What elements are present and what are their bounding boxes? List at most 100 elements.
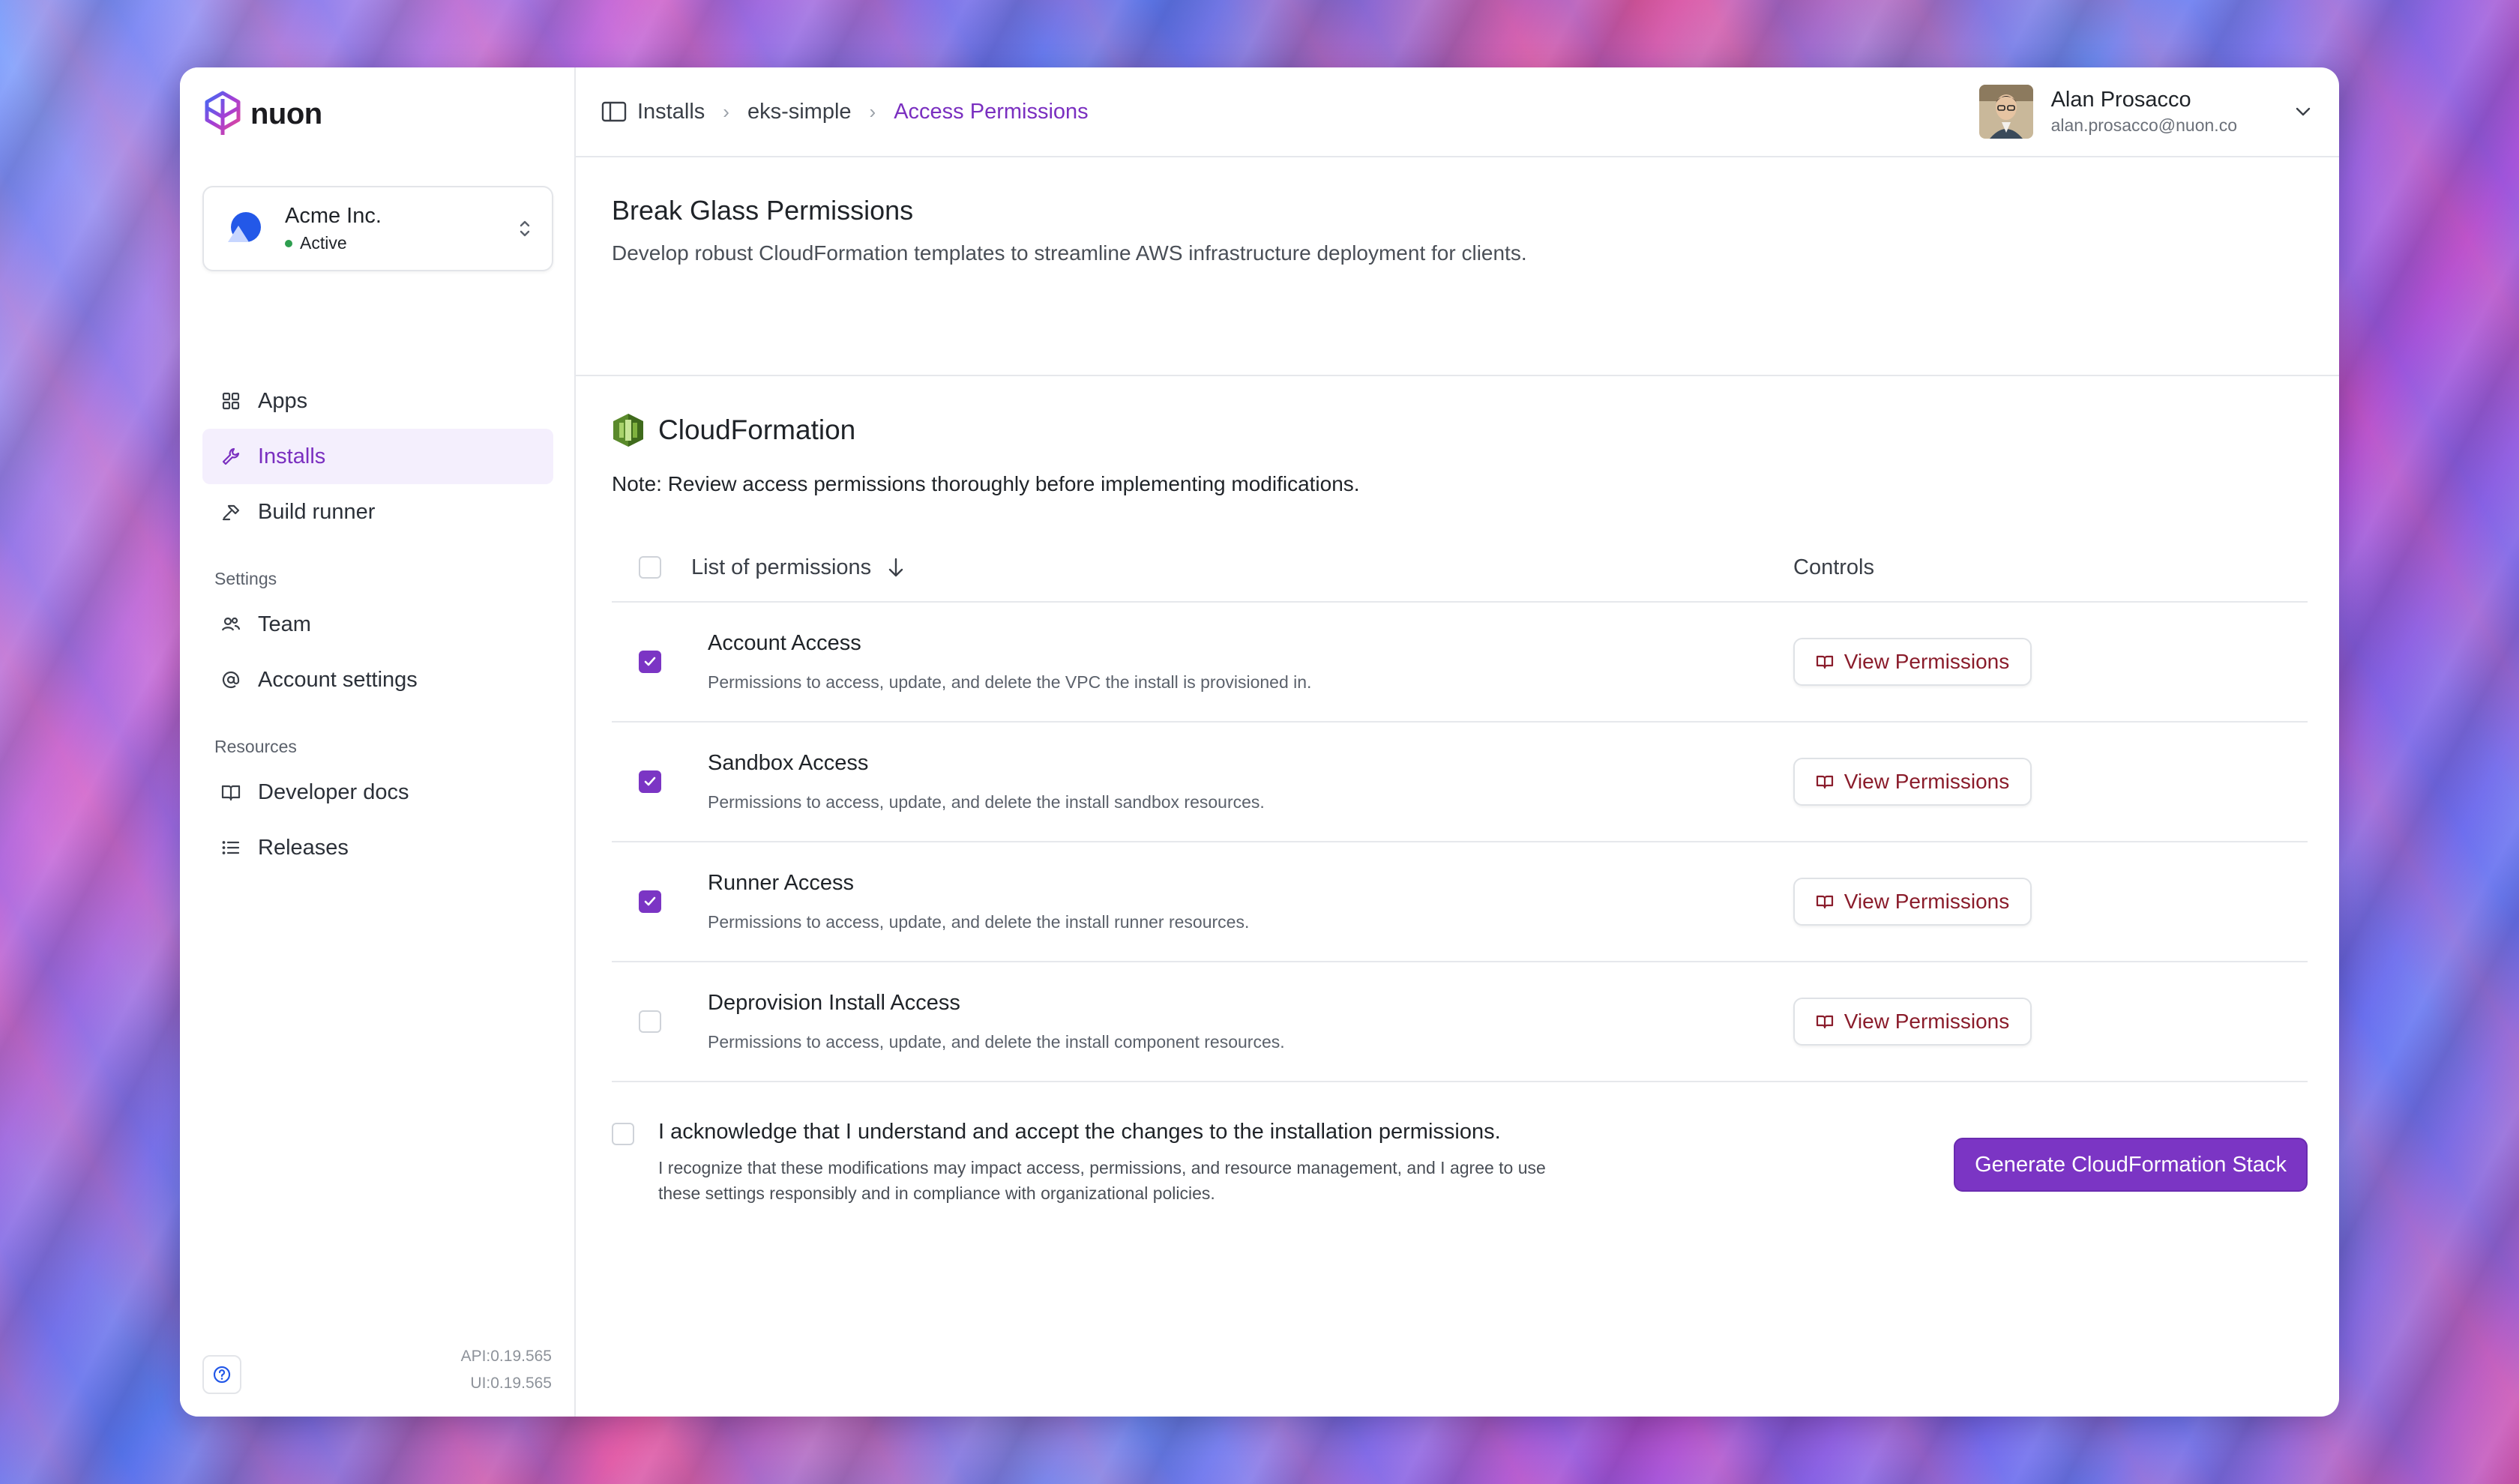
- row-title: Deprovision Install Access: [708, 991, 960, 1015]
- book-open-icon: [1816, 655, 1833, 669]
- help-button[interactable]: [202, 1355, 241, 1394]
- chevron-right-icon: ›: [723, 100, 729, 123]
- chevron-up-down-icon: [517, 217, 532, 240]
- sidebar-item-label: Developer docs: [258, 779, 409, 804]
- book-open-icon: [1816, 895, 1833, 909]
- org-name: Acme Inc.: [285, 204, 382, 228]
- table-row: Account Access Permissions to access, up…: [612, 603, 2308, 723]
- org-status-label: Active: [300, 233, 347, 253]
- column-header-list[interactable]: List of permissions: [691, 555, 906, 580]
- cloudformation-title: CloudFormation: [658, 414, 856, 445]
- sidebar-item-apps[interactable]: Apps: [202, 373, 553, 429]
- cloudformation-heading: CloudFormation: [612, 412, 2303, 448]
- permissions-section: CloudFormation Note: Review access permi…: [576, 376, 2339, 1206]
- row-checkbox[interactable]: [639, 651, 661, 673]
- sidebar-item-label: Team: [258, 612, 311, 636]
- permissions-note: Note: Review access permissions thorough…: [612, 472, 1360, 495]
- view-permissions-label: View Permissions: [1844, 890, 2010, 913]
- column-header-list-label: List of permissions: [691, 555, 872, 579]
- org-status: Active: [285, 233, 382, 253]
- generate-cloudformation-stack-button[interactable]: Generate CloudFormation Stack: [1954, 1138, 2308, 1192]
- table-header: List of permissions Controls: [612, 534, 2308, 603]
- row-description: Permissions to access, update, and delet…: [708, 792, 1265, 812]
- settings-heading: Settings: [214, 569, 277, 588]
- user-email: alan.prosacco@nuon.co: [2050, 115, 2237, 135]
- table-row: Deprovision Install Access Permissions t…: [612, 962, 2308, 1082]
- sidebar-item-releases[interactable]: Releases: [202, 820, 553, 875]
- permissions-table: List of permissions Controls Account Acc…: [612, 534, 2308, 1082]
- view-permissions-button[interactable]: View Permissions: [1793, 878, 2032, 926]
- org-logo-icon: [228, 212, 261, 242]
- acknowledge-checkbox[interactable]: [612, 1123, 634, 1145]
- nuon-logo-icon: [205, 91, 241, 135]
- breadcrumb: Installs › eks-simple › Access Permissio…: [637, 100, 1089, 124]
- breadcrumb-installs[interactable]: Installs: [637, 100, 705, 124]
- help-circle-icon: [213, 1366, 231, 1384]
- sidebar-item-installs[interactable]: Installs: [202, 429, 553, 484]
- topbar: Installs › eks-simple › Access Permissio…: [576, 67, 2339, 157]
- brand[interactable]: nuon: [202, 90, 322, 138]
- row-checkbox[interactable]: [639, 890, 661, 913]
- chevron-down-icon: [2296, 107, 2311, 116]
- row-title: Account Access: [708, 631, 861, 655]
- view-permissions-button[interactable]: View Permissions: [1793, 638, 2032, 686]
- users-icon: [221, 617, 241, 631]
- view-permissions-label: View Permissions: [1844, 1010, 2010, 1033]
- row-title: Runner Access: [708, 871, 855, 895]
- brand-name: nuon: [250, 97, 322, 130]
- grid-icon: [222, 392, 240, 410]
- view-permissions-button[interactable]: View Permissions: [1793, 758, 2032, 806]
- table-row: Sandbox Access Permissions to access, up…: [612, 723, 2308, 842]
- view-permissions-button[interactable]: View Permissions: [1793, 998, 2032, 1046]
- at-sign-icon: [222, 671, 240, 689]
- acknowledge-description: I recognize that these modifications may…: [658, 1158, 1546, 1203]
- hammer-icon: [222, 504, 240, 521]
- list-icon: [222, 841, 240, 854]
- row-description: Permissions to access, update, and delet…: [708, 1032, 1285, 1052]
- check-icon: [644, 776, 656, 786]
- book-open-icon: [221, 785, 241, 801]
- row-checkbox[interactable]: [639, 770, 661, 793]
- select-all-checkbox[interactable]: [639, 556, 661, 579]
- view-permissions-label: View Permissions: [1844, 650, 2010, 673]
- sidebar-item-label: Apps: [258, 388, 308, 413]
- sidebar-item-developer-docs[interactable]: Developer docs: [202, 764, 553, 820]
- user-name: Alan Prosacco: [2050, 88, 2191, 112]
- page-description: Develop robust CloudFormation templates …: [612, 241, 1527, 265]
- row-description: Permissions to access, update, and delet…: [708, 912, 1250, 932]
- status-dot-icon: [285, 239, 292, 247]
- sidebar-item-label: Build runner: [258, 499, 376, 524]
- page-header: Break Glass Permissions Develop robust C…: [576, 157, 2339, 376]
- row-title: Sandbox Access: [708, 751, 869, 775]
- row-checkbox[interactable]: [639, 1010, 661, 1033]
- app-window: nuon Acme Inc. Active Apps Installs Buil…: [180, 67, 2339, 1417]
- view-permissions-label: View Permissions: [1844, 770, 2010, 793]
- sidebar-toggle-icon[interactable]: [601, 100, 627, 123]
- breadcrumb-current: Access Permissions: [894, 99, 1089, 124]
- ui-version: UI:0.19.565: [470, 1375, 552, 1392]
- acknowledge-title: I acknowledge that I understand and acce…: [658, 1120, 1501, 1144]
- check-icon: [644, 896, 656, 906]
- chevron-right-icon: ›: [869, 100, 876, 123]
- page-title: Break Glass Permissions: [612, 195, 914, 226]
- main-content: Installs › eks-simple › Access Permissio…: [576, 67, 2339, 1417]
- sidebar-item-account-settings[interactable]: Account settings: [202, 652, 553, 708]
- book-open-icon: [1816, 775, 1833, 789]
- org-switcher[interactable]: Acme Inc. Active: [202, 186, 553, 271]
- book-open-icon: [1816, 1015, 1833, 1029]
- breadcrumb-install[interactable]: eks-simple: [747, 100, 852, 124]
- row-description: Permissions to access, update, and delet…: [708, 672, 1312, 692]
- wrench-icon: [222, 447, 240, 465]
- column-header-controls: Controls: [1793, 555, 1874, 579]
- sidebar-item-label: Releases: [258, 835, 349, 860]
- table-row: Runner Access Permissions to access, upd…: [612, 842, 2308, 962]
- cloudformation-icon: [613, 414, 643, 447]
- version-info: API:0.19.565 UI:0.19.565: [461, 1343, 552, 1397]
- user-menu[interactable]: Alan Prosacco alan.prosacco@nuon.co: [1978, 85, 2314, 139]
- sidebar-item-team[interactable]: Team: [202, 597, 553, 652]
- avatar: [1978, 85, 2033, 139]
- main-nav: Apps Installs Build runner Settings Team…: [202, 373, 553, 875]
- sidebar-item-build-runner[interactable]: Build runner: [202, 484, 553, 540]
- check-icon: [644, 657, 656, 666]
- resources-heading: Resources: [214, 737, 297, 756]
